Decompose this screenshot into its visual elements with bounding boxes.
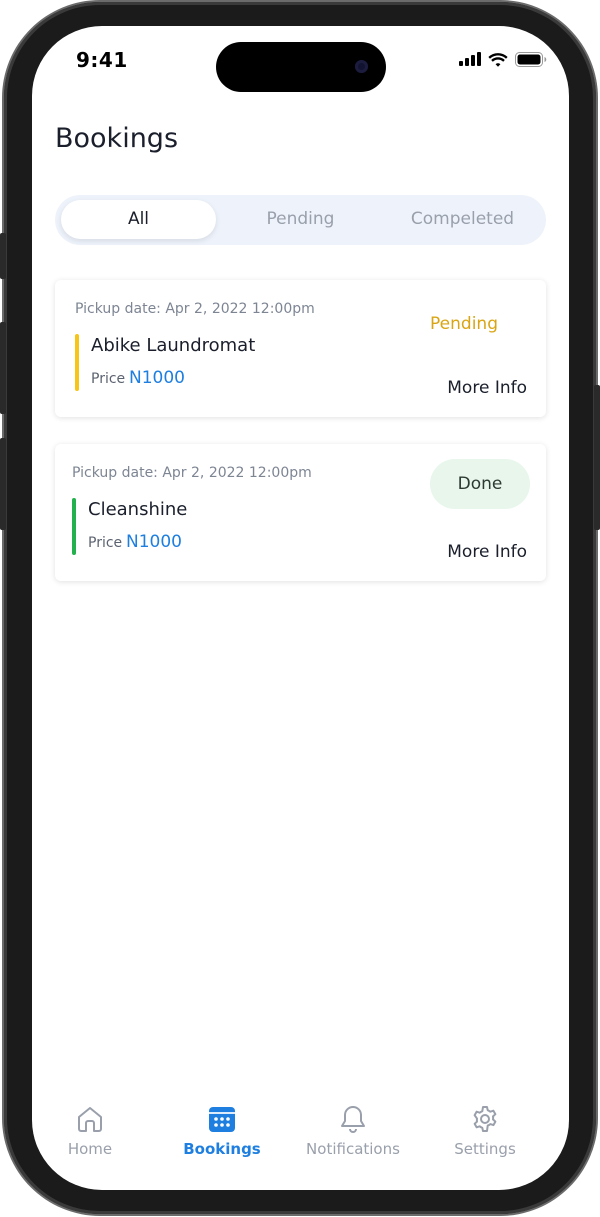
power-button	[594, 385, 600, 530]
status-icons	[459, 50, 547, 68]
dynamic-island	[216, 42, 386, 92]
tab-bookings[interactable]: Bookings	[157, 1094, 287, 1158]
vendor-name: Abike Laundromat	[91, 335, 256, 356]
tab-pending[interactable]: Pending	[223, 200, 378, 239]
status-badge: Pending	[430, 314, 498, 334]
volume-up-button	[0, 322, 6, 414]
volume-down-button	[0, 438, 6, 530]
tab-settings[interactable]: Settings	[420, 1094, 550, 1158]
gear-icon	[473, 1106, 497, 1132]
tab-label: Home	[67, 1140, 113, 1158]
battery-icon	[515, 51, 547, 67]
cellular-signal-icon	[459, 52, 481, 66]
more-info-link[interactable]: More Info	[447, 378, 527, 398]
price-value: N1000	[129, 368, 185, 388]
bottom-tab-bar: Home Bookings Notifications Settings	[32, 1094, 569, 1190]
status-time: 9:41	[76, 48, 128, 72]
home-icon	[78, 1107, 102, 1132]
tab-all[interactable]: All	[61, 200, 216, 239]
price-label: Price	[88, 535, 123, 551]
price-label: Price	[91, 371, 126, 387]
action-button	[0, 233, 6, 279]
tab-label: Notifications	[306, 1140, 400, 1158]
tab-home[interactable]: Home	[32, 1094, 155, 1158]
tab-completed[interactable]: Compeleted	[385, 200, 540, 239]
booking-card[interactable]: Pickup date: Apr 2, 2022 12:00pm Abike L…	[55, 280, 546, 417]
status-accent-bar	[75, 334, 79, 391]
camera-icon	[355, 60, 368, 73]
pickup-date: Pickup date: Apr 2, 2022 12:00pm	[72, 465, 312, 481]
status-accent-bar	[72, 498, 76, 555]
tab-notifications[interactable]: Notifications	[288, 1094, 418, 1158]
tab-label: Settings	[454, 1140, 516, 1158]
bell-icon	[341, 1106, 365, 1133]
wifi-icon	[488, 52, 508, 67]
status-bar: 9:41	[32, 26, 569, 96]
price-value: N1000	[126, 532, 182, 552]
status-badge: Done	[430, 459, 530, 509]
calendar-icon	[209, 1107, 235, 1132]
screen: 9:41 Bookings All Pending Compeleted Pic…	[32, 26, 569, 1190]
vendor-name: Cleanshine	[88, 499, 188, 520]
booking-card[interactable]: Pickup date: Apr 2, 2022 12:00pm Cleansh…	[55, 444, 546, 581]
tab-label: Bookings	[183, 1140, 261, 1158]
more-info-link[interactable]: More Info	[447, 542, 527, 562]
pickup-date: Pickup date: Apr 2, 2022 12:00pm	[75, 301, 315, 317]
booking-filter-tabs: All Pending Compeleted	[55, 195, 546, 245]
page-title: Bookings	[55, 123, 179, 154]
